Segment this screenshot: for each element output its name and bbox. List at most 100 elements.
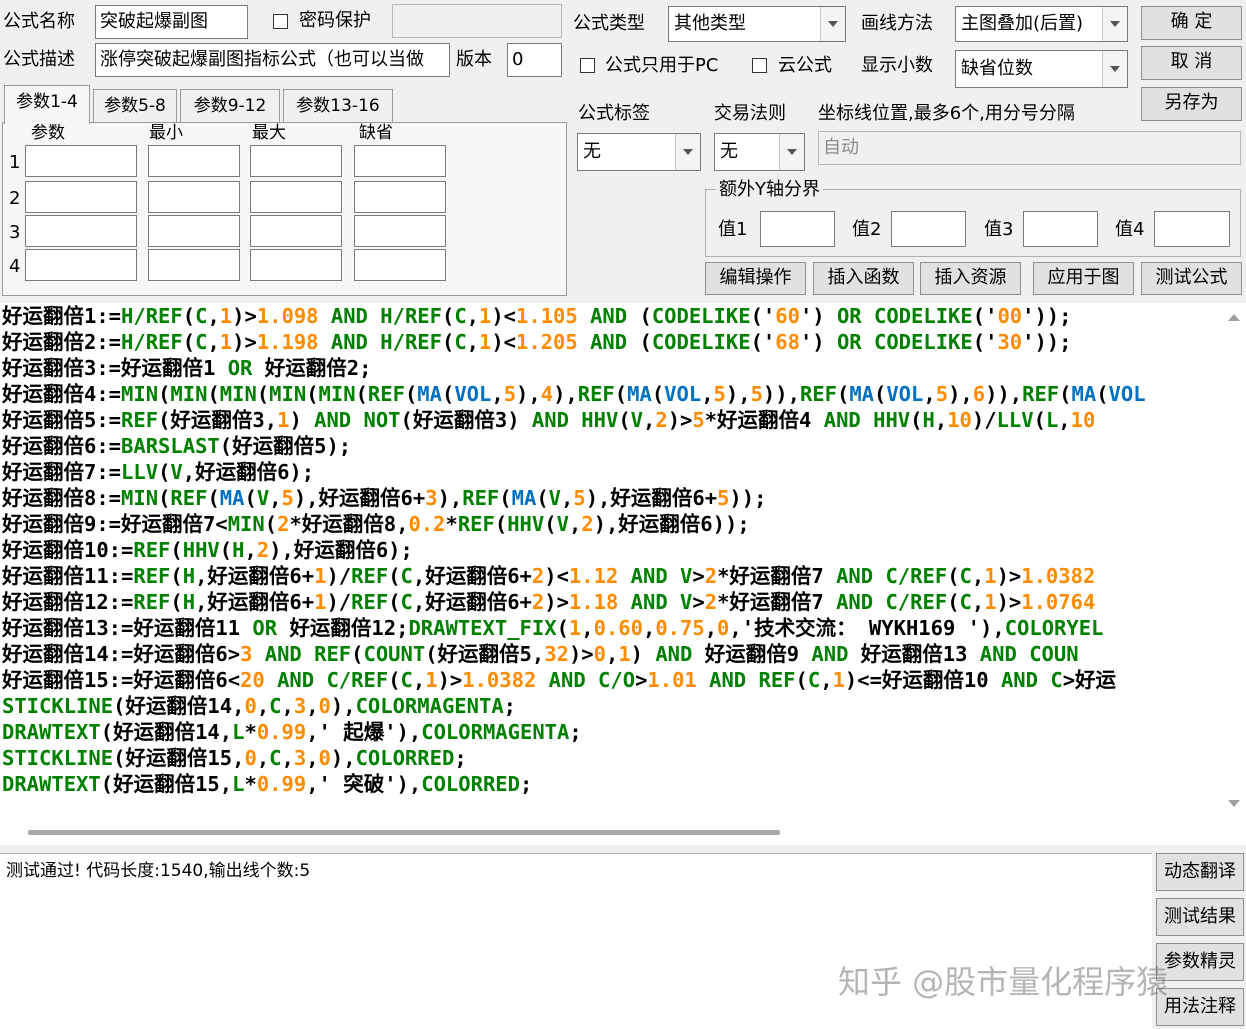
horizontal-scroll-thumb[interactable] <box>28 830 780 835</box>
code-token: 0 <box>593 642 606 666</box>
param-2-min[interactable] <box>148 181 240 213</box>
code-token: )/ <box>326 564 352 588</box>
code-token: 1.198 <box>256 330 319 354</box>
code-line[interactable]: STICKLINE(好运翻倍14,0,C,3,0),COLORMAGENTA; <box>2 693 1146 719</box>
code-line[interactable]: 好运翻倍2:=H/REF(C,1)>1.198 AND H/REF(C,1)<1… <box>2 329 1146 355</box>
code-token: REF <box>145 330 183 354</box>
formula-name-input[interactable]: 突破起爆副图 <box>95 5 248 39</box>
password-input[interactable] <box>392 4 562 38</box>
value-3-input[interactable] <box>1023 211 1098 247</box>
vertical-scrollbar[interactable] <box>1222 303 1246 819</box>
formula-tag-select[interactable]: 无 <box>577 133 701 171</box>
edit-operation-button[interactable]: 编辑操作 <box>705 262 806 295</box>
param-1-default[interactable] <box>354 145 446 177</box>
code-token: 1.098 <box>256 304 319 328</box>
param-4-max[interactable] <box>250 249 342 281</box>
value-2-input[interactable] <box>891 211 966 247</box>
tab-params-5-8[interactable]: 参数5-8 <box>93 89 177 123</box>
usage-notes-button[interactable]: 用法注释 <box>1156 988 1244 1026</box>
insert-function-button[interactable]: 插入函数 <box>813 262 914 295</box>
code-line[interactable]: 好运翻倍5:=REF(好运翻倍3,1) AND NOT(好运翻倍3) AND H… <box>2 407 1146 433</box>
code-line[interactable]: 好运翻倍14:=好运翻倍6>3 AND REF(COUNT(好运翻倍5,32)>… <box>2 641 1146 667</box>
chevron-down-icon[interactable] <box>779 134 804 170</box>
param-3-default[interactable] <box>354 215 446 247</box>
code-line[interactable]: 好运翻倍15:=好运翻倍6<20 AND C/REF(C,1)>1.0382 A… <box>2 667 1146 693</box>
param-3-max[interactable] <box>250 215 342 247</box>
param-4-default[interactable] <box>354 249 446 281</box>
axis-position-input[interactable]: 自动 <box>818 131 1241 165</box>
code-line[interactable]: STICKLINE(好运翻倍15,0,C,3,0),COLORRED; <box>2 745 1146 771</box>
code-line[interactable]: 好运翻倍8:=MIN(REF(MA(V,5),好运翻倍6+3),REF(MA(V… <box>2 485 1146 511</box>
code-token: AND <box>318 330 381 354</box>
chevron-down-icon[interactable] <box>1102 51 1127 87</box>
chevron-down-icon[interactable] <box>675 134 700 170</box>
version-input[interactable]: 0 <box>507 43 562 77</box>
code-line[interactable]: 好运翻倍12:=REF(H,好运翻倍6+1)/REF(C,好运翻倍6+2)>1.… <box>2 589 1146 615</box>
code-line[interactable]: DRAWTEXT(好运翻倍15,L*0.99,' 突破'),COLORRED; <box>2 771 1146 797</box>
code-token: 好运翻倍2; <box>264 356 372 380</box>
code-token: )) <box>985 382 1010 406</box>
code-token: ( <box>404 382 418 406</box>
param-1-min[interactable] <box>148 145 240 177</box>
code-text[interactable]: 好运翻倍1:=H/REF(C,1)>1.098 AND H/REF(C,1)<1… <box>2 303 1146 797</box>
code-token: LLV <box>121 460 159 484</box>
draw-method-select[interactable]: 主图叠加(后置) <box>955 6 1128 42</box>
param-3-name[interactable] <box>25 215 137 247</box>
tab-params-9-12[interactable]: 参数9-12 <box>180 89 280 123</box>
formula-type-select[interactable]: 其他类型 <box>668 6 846 42</box>
confirm-button[interactable]: 确 定 <box>1141 6 1242 40</box>
param-2-name[interactable] <box>25 181 137 213</box>
param-4-min[interactable] <box>148 249 240 281</box>
chevron-down-icon[interactable] <box>1102 7 1127 41</box>
param-wizard-button[interactable]: 参数精灵 <box>1156 943 1244 981</box>
code-token: , <box>281 746 294 770</box>
param-4-name[interactable] <box>25 249 137 281</box>
code-line[interactable]: DRAWTEXT(好运翻倍14,L*0.99,' 起爆'),COLORMAGEN… <box>2 719 1146 745</box>
formula-desc-input[interactable]: 涨停突破起爆副图指标公式（也可以当做 <box>95 43 450 77</box>
decimal-select[interactable]: 缺省位数 <box>955 50 1128 88</box>
code-line[interactable]: 好运翻倍1:=H/REF(C,1)>1.098 AND H/REF(C,1)<1… <box>2 303 1146 329</box>
code-token: 好运翻倍12:= <box>2 590 134 614</box>
code-token: )> <box>568 642 594 666</box>
param-2-max[interactable] <box>250 181 342 213</box>
code-token: 5 <box>750 382 763 406</box>
dynamic-translate-button[interactable]: 动态翻译 <box>1156 853 1244 891</box>
apply-to-chart-button[interactable]: 应用于图 <box>1033 262 1134 295</box>
chevron-down-icon[interactable] <box>820 7 845 41</box>
password-checkbox[interactable] <box>273 14 288 29</box>
trade-rule-select[interactable]: 无 <box>714 133 805 171</box>
save-as-button[interactable]: 另存为 <box>1141 87 1242 121</box>
code-token: ( <box>351 642 364 666</box>
value-1-input[interactable] <box>760 211 835 247</box>
cloud-formula-label: 云公式 <box>778 55 832 76</box>
code-line[interactable]: 好运翻倍9:=好运翻倍7<MIN(2*好运翻倍8,0.2*REF(HHV(V,2… <box>2 511 1146 537</box>
code-line[interactable]: 好运翻倍10:=REF(HHV(H,2),好运翻倍6); <box>2 537 1146 563</box>
param-1-max[interactable] <box>250 145 342 177</box>
param-1-name[interactable] <box>25 145 137 177</box>
cancel-button[interactable]: 取 消 <box>1141 46 1242 80</box>
code-line[interactable]: 好运翻倍3:=好运翻倍1 OR 好运翻倍2; <box>2 355 1146 381</box>
horizontal-scrollbar[interactable] <box>0 819 1222 845</box>
draw-method-label: 画线方法 <box>861 13 933 34</box>
code-token: AND <box>577 330 640 354</box>
test-result-button[interactable]: 测试结果 <box>1156 898 1244 936</box>
code-line[interactable]: 好运翻倍11:=REF(H,好运翻倍6+1)/REF(C,好运翻倍6+2)<1.… <box>2 563 1146 589</box>
code-line[interactable]: 好运翻倍7:=LLV(V,好运翻倍6); <box>2 459 1146 485</box>
code-line[interactable]: 好运翻倍6:=BARSLAST(好运翻倍5); <box>2 433 1146 459</box>
value-4-input[interactable] <box>1154 211 1230 247</box>
pc-only-checkbox[interactable] <box>580 58 595 73</box>
cloud-formula-checkbox[interactable] <box>752 58 767 73</box>
code-token: MIN <box>219 382 257 406</box>
code-token: MA <box>849 382 874 406</box>
code-editor[interactable]: 好运翻倍1:=H/REF(C,1)>1.098 AND H/REF(C,1)<1… <box>0 303 1246 845</box>
code-line[interactable]: 好运翻倍13:=好运翻倍11 OR 好运翻倍12;DRAWTEXT_FIX(1,… <box>2 615 1146 641</box>
tab-params-13-16[interactable]: 参数13-16 <box>283 89 393 123</box>
code-line[interactable]: 好运翻倍4:=MIN(MIN(MIN(MIN(MIN(REF(MA(VOL,5)… <box>2 381 1146 407</box>
test-formula-button[interactable]: 测试公式 <box>1141 262 1242 295</box>
tab-params-1-4[interactable]: 参数1-4 <box>4 85 90 124</box>
code-token: , <box>207 330 220 354</box>
code-token: REF <box>121 408 159 432</box>
param-2-default[interactable] <box>354 181 446 213</box>
insert-resource-button[interactable]: 插入资源 <box>920 262 1021 295</box>
param-3-min[interactable] <box>148 215 240 247</box>
